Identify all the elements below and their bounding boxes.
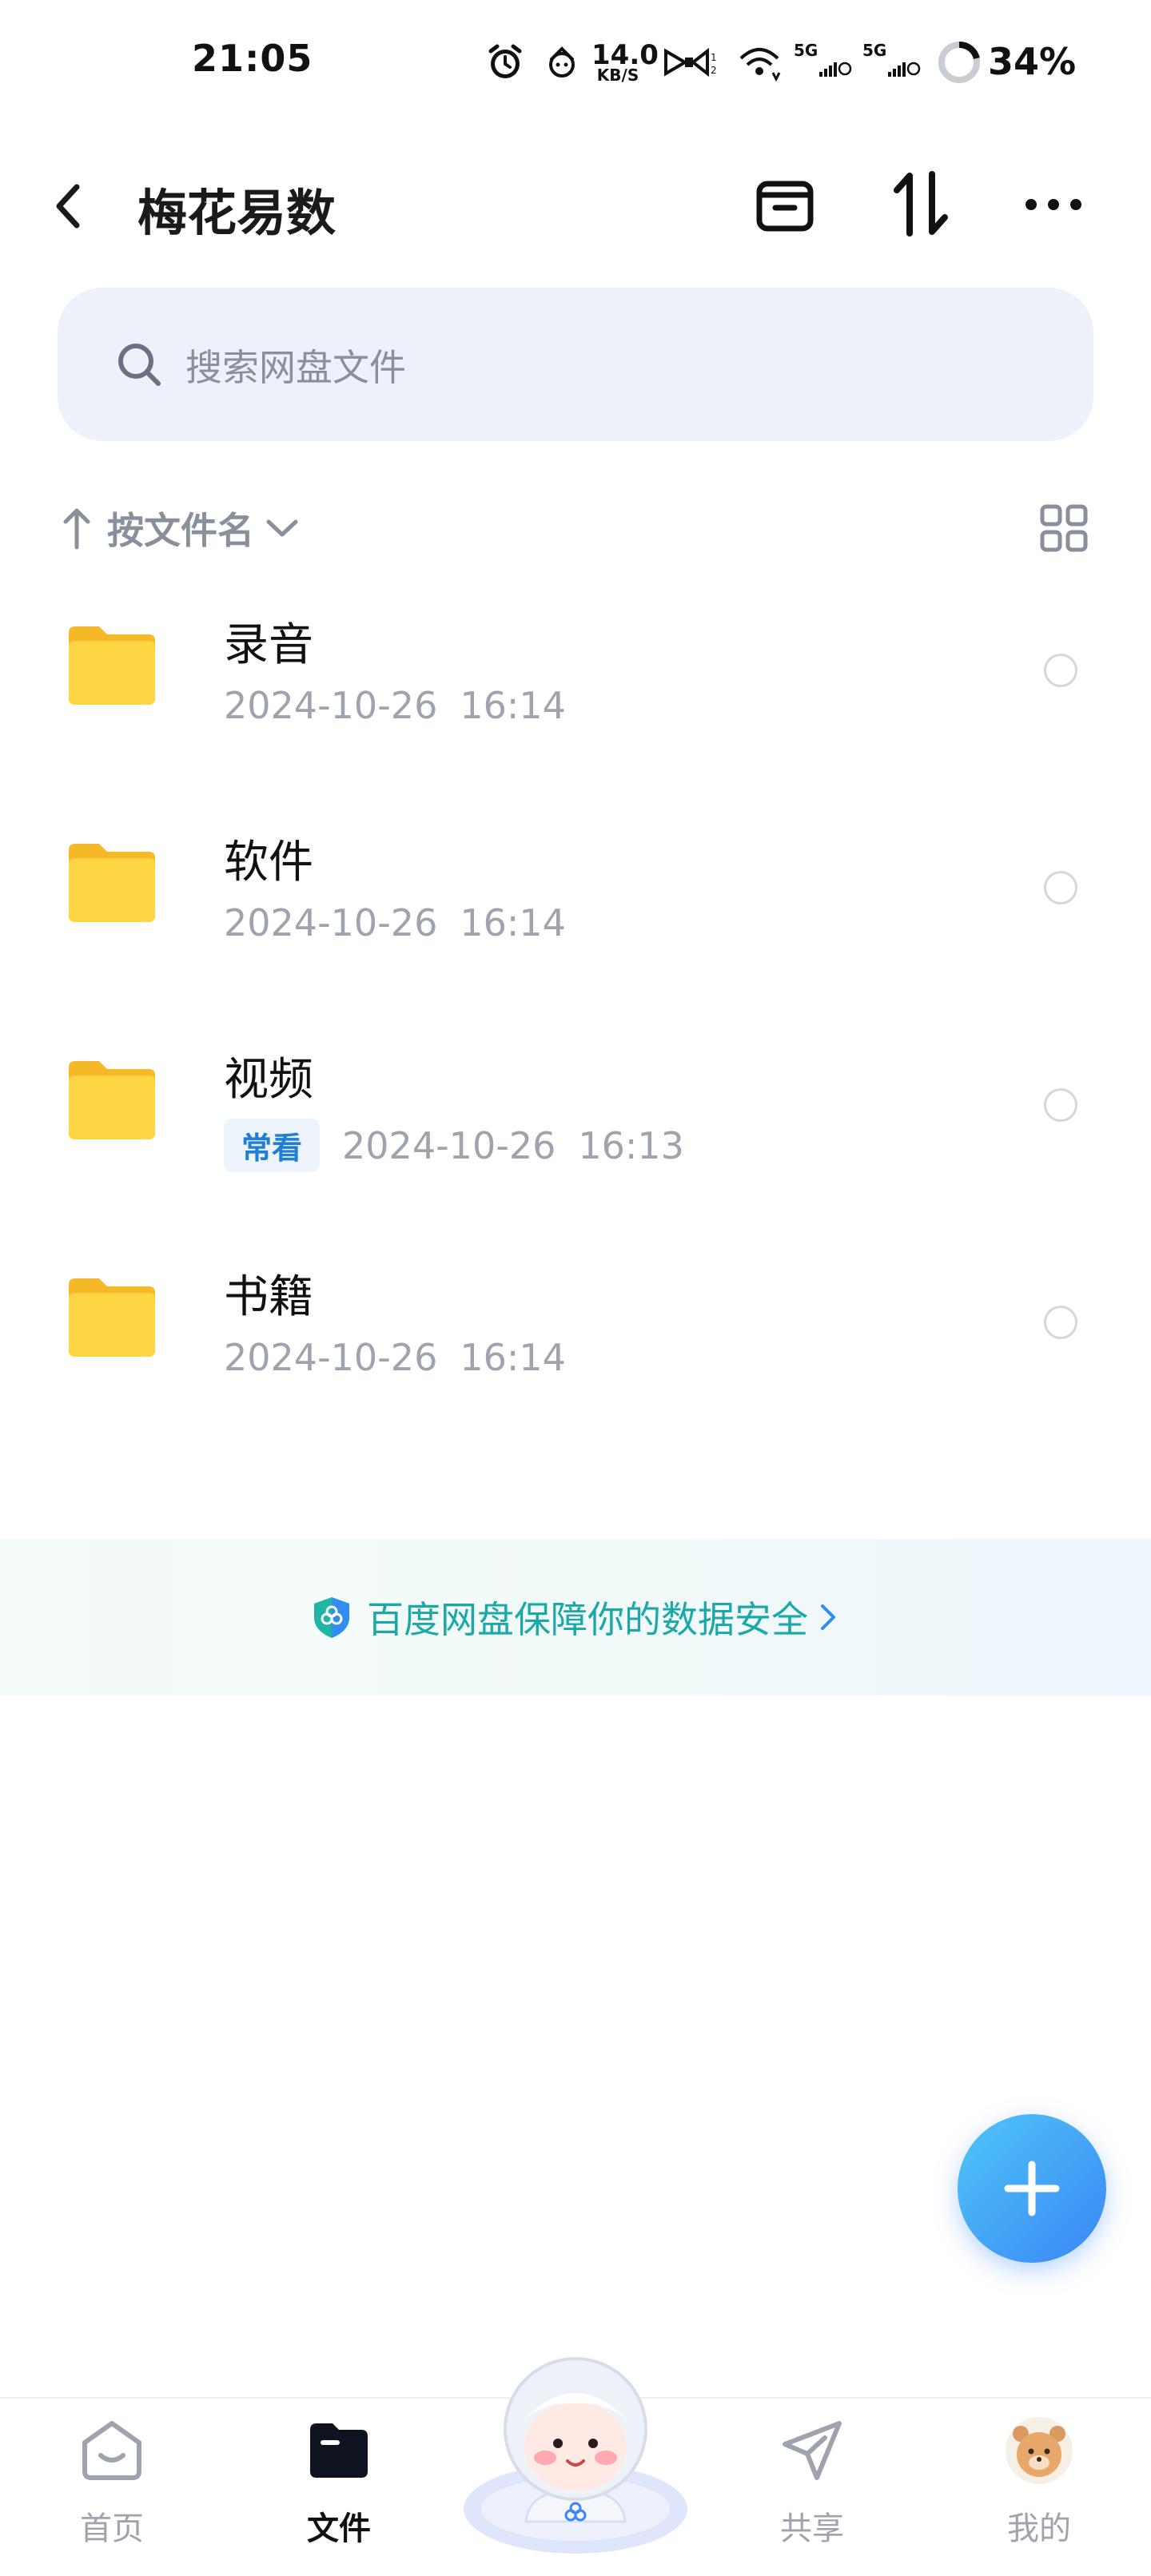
app-notification-icon: [540, 38, 583, 86]
nav-share[interactable]: 共享: [732, 2399, 892, 2571]
page-title: 梅花易数: [137, 184, 337, 242]
file-time: 16:13: [578, 1123, 684, 1167]
file-row[interactable]: 录音 2024-10-26 16:14: [0, 570, 1151, 788]
nav-home[interactable]: 首页: [32, 2399, 192, 2571]
sort-selector[interactable]: 按文件名: [61, 500, 302, 556]
folder-icon: [69, 626, 155, 705]
signal-label-1: 5G: [794, 41, 818, 60]
sort-label: 按文件名: [107, 509, 254, 552]
arrow-up-icon: [63, 508, 90, 550]
more-button[interactable]: [1020, 181, 1087, 229]
folder-icon: [69, 1061, 155, 1139]
folder-icon: [69, 844, 155, 922]
file-date: 2024-10-26: [342, 1123, 556, 1167]
alarm-icon: [483, 38, 528, 86]
file-date: 2024-10-26: [224, 684, 438, 727]
file-time: 16:14: [460, 1336, 566, 1379]
search-placeholder: 搜索网盘文件: [185, 346, 406, 389]
avatar: [1003, 2415, 1075, 2487]
mascot-icon: [464, 2357, 687, 2554]
home-icon: [76, 2415, 148, 2487]
frequent-tag: 常看: [224, 1119, 321, 1172]
file-name: 视频: [224, 1054, 313, 1106]
security-banner[interactable]: 百度网盘保障你的数据安全: [0, 1539, 1151, 1695]
svg-text:1: 1: [711, 52, 717, 63]
file-row[interactable]: 软件 2024-10-26 16:14: [0, 788, 1151, 1005]
nav-home-label: 首页: [80, 2510, 144, 2547]
net-speed: 14.0 KB/S: [591, 39, 659, 85]
sort-arrows-icon: [894, 171, 948, 237]
search-input[interactable]: 搜索网盘文件: [58, 288, 1093, 441]
svg-text:2: 2: [711, 65, 717, 76]
file-meta: 2024-10-26 16:14: [224, 1336, 566, 1379]
archive-icon: [756, 181, 814, 232]
assistant-mascot-button[interactable]: [456, 2333, 695, 2573]
signal-5g-icon: 5G: [791, 38, 855, 86]
nav-mine-label: 我的: [1007, 2510, 1071, 2547]
signal-5g-icon: 5G: [860, 38, 924, 86]
file-row[interactable]: 书籍 2024-10-26 16:14: [0, 1222, 1151, 1440]
nav-files[interactable]: 文件: [259, 2399, 419, 2571]
nav-share-label: 共享: [780, 2510, 844, 2547]
sort-order-button[interactable]: [887, 168, 954, 240]
shield-icon: [314, 1597, 349, 1638]
paper-plane-icon: [776, 2415, 848, 2487]
more-dots-icon: [1026, 199, 1081, 210]
nav-mine[interactable]: 我的: [959, 2399, 1119, 2571]
folder-icon: [69, 1278, 155, 1357]
battery-ring-icon: [934, 38, 985, 86]
file-name: 软件: [224, 837, 313, 888]
security-banner-text: 百度网盘保障你的数据安全: [367, 1598, 808, 1641]
status-time: 21:05: [192, 37, 313, 80]
file-meta: 常看 2024-10-26 16:13: [224, 1119, 684, 1172]
file-time: 16:14: [460, 901, 566, 944]
nav-files-label: 文件: [307, 2510, 371, 2547]
file-date: 2024-10-26: [224, 901, 438, 944]
net-speed-value: 14.0: [591, 39, 659, 71]
search-icon: [118, 344, 161, 386]
select-checkbox[interactable]: [1044, 1088, 1077, 1122]
select-checkbox[interactable]: [1044, 654, 1077, 687]
plus-icon: [1004, 2161, 1060, 2216]
file-meta: 2024-10-26 16:14: [224, 684, 566, 727]
file-time: 16:14: [460, 684, 566, 727]
bow-icon: 12: [660, 38, 718, 86]
select-checkbox[interactable]: [1044, 871, 1077, 904]
select-checkbox[interactable]: [1044, 1306, 1077, 1339]
grid-view-icon: [1040, 504, 1088, 552]
chevron-right-icon: [821, 1604, 835, 1630]
back-arrow-icon: [56, 184, 80, 229]
grid-view-button[interactable]: [1039, 503, 1089, 553]
add-button[interactable]: [958, 2114, 1106, 2263]
file-name: 书籍: [224, 1271, 313, 1323]
chevron-down-icon: [266, 519, 298, 537]
file-meta: 2024-10-26 16:14: [224, 901, 566, 944]
archive-button[interactable]: [751, 171, 818, 238]
file-row[interactable]: 视频 常看 2024-10-26 16:13: [0, 1005, 1151, 1222]
file-name: 录音: [224, 619, 313, 671]
file-date: 2024-10-26: [224, 1336, 438, 1379]
net-speed-unit: KB/S: [596, 66, 639, 85]
wifi-icon: [735, 38, 783, 86]
folder-icon: [303, 2415, 375, 2487]
battery-percent: 34%: [988, 40, 1077, 83]
back-button[interactable]: [51, 174, 99, 238]
signal-label-2: 5G: [862, 41, 886, 60]
